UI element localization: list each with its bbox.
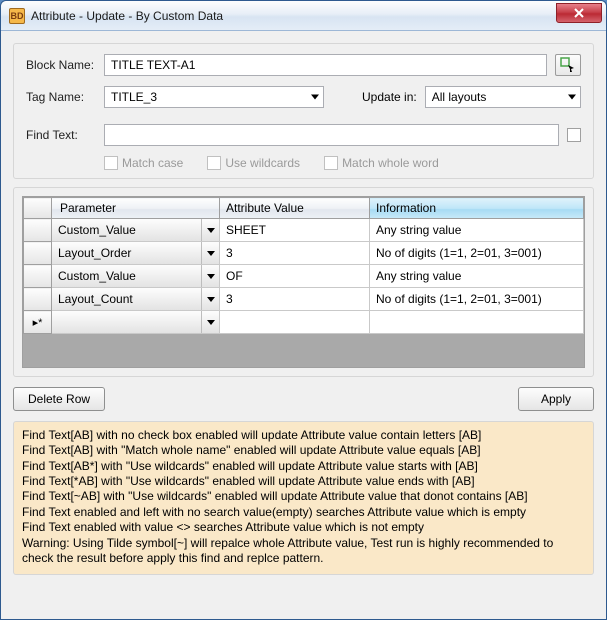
chevron-down-icon: [311, 95, 319, 100]
col-attribute-value[interactable]: Attribute Value: [220, 198, 370, 219]
attribute-value-cell[interactable]: OF: [220, 265, 370, 288]
information-cell: Any string value: [370, 219, 584, 242]
information-cell: Any string value: [370, 265, 584, 288]
parameter-cell[interactable]: Custom_Value: [52, 265, 220, 288]
information-cell: [370, 311, 584, 334]
table-row[interactable]: Layout_Order 3No of digits (1=1, 2=01, 3=…: [24, 242, 584, 265]
update-in-value: All layouts: [432, 90, 487, 104]
parameter-value: Custom_Value: [52, 265, 201, 287]
information-cell: No of digits (1=1, 2=01, 3=001): [370, 242, 584, 265]
find-text-input[interactable]: [104, 124, 559, 146]
table-row[interactable]: Layout_Count 3No of digits (1=1, 2=01, 3=…: [24, 288, 584, 311]
tag-name-label: Tag Name:: [26, 90, 96, 104]
attribute-value-cell[interactable]: 3: [220, 242, 370, 265]
delete-row-button[interactable]: Delete Row: [13, 387, 105, 411]
help-line: Find Text enabled with value <> searches…: [22, 520, 585, 535]
app-icon: BD: [9, 8, 25, 24]
chevron-down-icon: [207, 320, 215, 325]
parameter-dropdown[interactable]: [201, 219, 219, 241]
row-header[interactable]: [24, 219, 52, 242]
row-header[interactable]: [24, 288, 52, 311]
help-line: Find Text[*AB] with "Use wildcards" enab…: [22, 474, 585, 489]
parameter-cell[interactable]: [52, 311, 220, 334]
block-name-label: Block Name:: [26, 58, 96, 72]
use-wildcards-label: Use wildcards: [225, 156, 300, 170]
attribute-value-cell[interactable]: [220, 311, 370, 334]
row-header[interactable]: [24, 242, 52, 265]
chevron-down-icon: [207, 274, 215, 279]
pick-block-button[interactable]: [555, 54, 581, 76]
chevron-down-icon: [568, 95, 576, 100]
col-information[interactable]: Information: [370, 198, 584, 219]
parameter-cell[interactable]: Layout_Count: [52, 288, 220, 311]
table-row[interactable]: Custom_Value SHEETAny string value: [24, 219, 584, 242]
pick-cursor-icon: [560, 57, 576, 73]
tag-name-value: TITLE_3: [111, 90, 157, 104]
chevron-down-icon: [207, 228, 215, 233]
help-line: Find Text[AB] with no check box enabled …: [22, 428, 585, 443]
new-row-header[interactable]: ▸*: [24, 311, 52, 334]
parameter-value: Layout_Count: [52, 288, 201, 310]
form-group: Block Name: Tag Name: TITLE_3 Update in:: [13, 43, 594, 179]
attribute-value-cell[interactable]: 3: [220, 288, 370, 311]
grid-group: Parameter Attribute Value Information Cu…: [13, 187, 594, 377]
match-case-label: Match case: [122, 156, 183, 170]
help-panel: Find Text[AB] with no check box enabled …: [13, 421, 594, 575]
help-line: Find Text[~AB] with "Use wildcards" enab…: [22, 489, 585, 504]
match-case-checkbox[interactable]: [104, 156, 118, 170]
match-whole-word-checkbox[interactable]: [324, 156, 338, 170]
close-icon: [573, 7, 585, 19]
update-in-select[interactable]: All layouts: [425, 86, 581, 108]
chevron-down-icon: [207, 251, 215, 256]
table-row[interactable]: Custom_Value OFAny string value: [24, 265, 584, 288]
chevron-down-icon: [207, 297, 215, 302]
block-name-input[interactable]: [104, 54, 547, 76]
close-button[interactable]: [556, 3, 602, 23]
parameter-value: Layout_Order: [52, 242, 201, 264]
help-line: Find Text enabled and left with no searc…: [22, 505, 585, 520]
parameter-value: [52, 311, 201, 333]
parameter-value: Custom_Value: [52, 219, 201, 241]
tag-name-select[interactable]: TITLE_3: [104, 86, 324, 108]
update-in-label: Update in:: [362, 90, 417, 104]
help-line: Warning: Using Tilde symbol[~] will repa…: [22, 536, 585, 567]
row-header[interactable]: [24, 265, 52, 288]
attribute-value-cell[interactable]: SHEET: [220, 219, 370, 242]
help-line: Find Text[AB*] with "Use wildcards" enab…: [22, 459, 585, 474]
match-whole-word-label: Match whole word: [342, 156, 439, 170]
grid-corner: [24, 198, 52, 219]
apply-button[interactable]: Apply: [518, 387, 594, 411]
parameter-dropdown[interactable]: [201, 265, 219, 287]
information-cell: No of digits (1=1, 2=01, 3=001): [370, 288, 584, 311]
find-text-enable-checkbox[interactable]: [567, 128, 581, 142]
find-text-label: Find Text:: [26, 128, 96, 142]
titlebar[interactable]: BD Attribute - Update - By Custom Data: [1, 1, 606, 31]
col-parameter[interactable]: Parameter: [52, 198, 220, 219]
use-wildcards-checkbox[interactable]: [207, 156, 221, 170]
parameter-cell[interactable]: Custom_Value: [52, 219, 220, 242]
new-row-icon: ▸*: [33, 317, 43, 329]
new-row[interactable]: ▸*: [24, 311, 584, 334]
parameter-cell[interactable]: Layout_Order: [52, 242, 220, 265]
window-title: Attribute - Update - By Custom Data: [31, 9, 556, 23]
data-grid[interactable]: Parameter Attribute Value Information Cu…: [22, 196, 585, 368]
help-line: Find Text[AB] with "Match whole name" en…: [22, 443, 585, 458]
parameter-dropdown[interactable]: [201, 288, 219, 310]
parameter-dropdown[interactable]: [201, 242, 219, 264]
parameter-dropdown[interactable]: [201, 311, 219, 333]
